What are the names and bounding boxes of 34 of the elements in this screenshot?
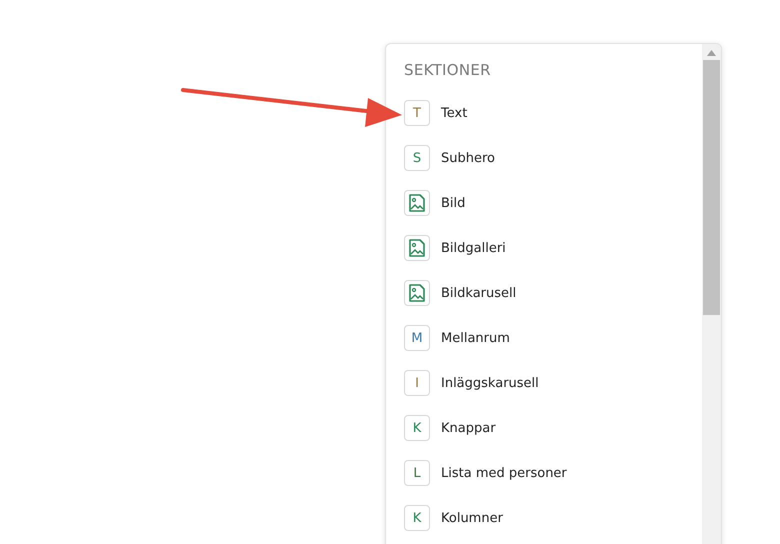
section-item[interactable]: M Mellanrum: [404, 325, 702, 351]
section-label: Bild: [441, 196, 466, 210]
section-label: Subhero: [441, 150, 495, 166]
image-icon: [409, 284, 425, 302]
section-label: Bildgalleri: [441, 240, 506, 256]
letter-icon: L: [404, 460, 430, 486]
section-label: Kolumner: [441, 510, 503, 526]
scroll-up-icon[interactable]: [707, 50, 716, 56]
section-item[interactable]: L Lista med personer: [404, 460, 702, 486]
letter-icon: M: [404, 325, 430, 351]
scrollbar[interactable]: [702, 44, 721, 544]
section-label: Text: [441, 106, 468, 120]
section-item[interactable]: K Knappar: [404, 415, 702, 441]
section-label: Mellanrum: [441, 330, 510, 346]
letter-icon: S: [404, 145, 430, 171]
section-item[interactable]: Bild: [404, 190, 702, 216]
letter-icon: I: [404, 370, 430, 396]
section-label: Knappar: [441, 420, 496, 436]
letter-icon: K: [404, 415, 430, 441]
section-item[interactable]: I Inläggskarusell: [404, 370, 702, 396]
letter-icon: K: [404, 505, 430, 531]
section-label: Lista med personer: [441, 466, 567, 480]
section-label: Bildkarusell: [441, 286, 516, 300]
section-item[interactable]: Bildkarusell: [404, 280, 702, 306]
section-item[interactable]: S Subhero: [404, 145, 702, 171]
panel-title: SEKTIONER: [404, 61, 492, 79]
image-icon: [409, 239, 425, 257]
section-item[interactable]: K Kolumner: [404, 505, 702, 531]
section-item[interactable]: T Text: [404, 100, 702, 126]
scroll-thumb[interactable]: [703, 60, 720, 315]
letter-icon: T: [404, 100, 430, 126]
section-item[interactable]: Bildgalleri: [404, 235, 702, 261]
image-icon: [409, 194, 425, 212]
section-label: Inläggskarusell: [441, 376, 539, 390]
